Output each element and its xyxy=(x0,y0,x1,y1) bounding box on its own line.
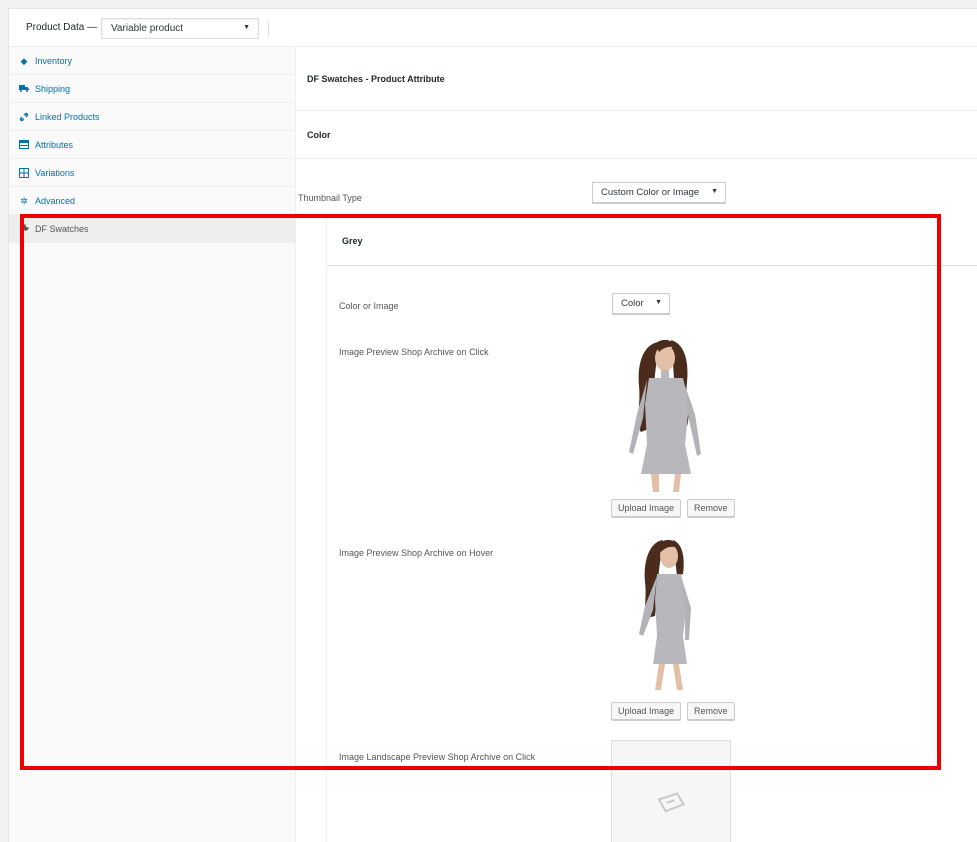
thumbnail-type-select[interactable]: Custom Color or Image ▼ xyxy=(592,182,726,203)
tab-label: Attributes xyxy=(35,139,74,150)
upload-image-button[interactable]: Upload Image xyxy=(611,702,682,720)
term-panel: Grey Color or Image Color ▼ Image Previe… xyxy=(326,218,977,842)
product-data-tabs: ◆ Inventory Shipping Linked Products Att… xyxy=(9,47,296,842)
tab-label: Shipping xyxy=(35,83,71,94)
term-title: Grey xyxy=(327,218,977,266)
product-type-value: Variable product xyxy=(111,23,184,34)
preview-hover-image xyxy=(611,536,731,694)
product-data-panel: Product Data — Variable product ▼ ◆ Inve… xyxy=(8,8,977,842)
caret-down-icon: ▼ xyxy=(243,24,250,31)
image-placeholder[interactable] xyxy=(611,740,731,842)
grid-icon xyxy=(19,167,29,178)
color-or-image-select[interactable]: Color ▼ xyxy=(612,293,670,314)
tab-label: Variations xyxy=(35,167,75,178)
tab-linked-products[interactable]: Linked Products xyxy=(9,103,295,131)
header-divider xyxy=(268,21,269,37)
tab-label: Linked Products xyxy=(35,111,100,122)
tab-label: Advanced xyxy=(35,195,76,206)
thumbnail-type-value: Custom Color or Image xyxy=(601,187,700,198)
thumbnail-type-label: Thumbnail Type xyxy=(298,193,362,203)
panel-header: Product Data — Variable product ▼ xyxy=(9,9,977,47)
caret-down-icon: ▼ xyxy=(711,188,718,195)
diamond-icon: ◆ xyxy=(20,55,28,66)
preview-click-label: Image Preview Shop Archive on Click xyxy=(339,347,489,357)
section-title: DF Swatches - Product Attribute xyxy=(297,47,977,111)
remove-image-button[interactable]: Remove xyxy=(687,499,735,517)
preview-hover-label: Image Preview Shop Archive on Hover xyxy=(339,548,494,558)
remove-image-button[interactable]: Remove xyxy=(687,702,735,720)
color-or-image-label: Color or Image xyxy=(339,301,399,311)
tab-shipping[interactable]: Shipping xyxy=(9,75,295,103)
wrench-icon xyxy=(19,223,29,234)
placeholder-image-icon xyxy=(657,792,686,813)
gear-icon: ✲ xyxy=(20,195,28,206)
tab-advanced[interactable]: ✲ Advanced xyxy=(9,187,295,215)
product-type-select[interactable]: Variable product ▼ xyxy=(101,18,259,39)
tab-inventory[interactable]: ◆ Inventory xyxy=(9,47,295,75)
product-data-label: Product Data — xyxy=(26,22,98,33)
landscape-click-label: Image Landscape Preview Shop Archive on … xyxy=(339,752,536,762)
link-icon xyxy=(19,112,29,122)
tab-label: DF Swatches xyxy=(35,223,89,234)
truck-icon xyxy=(19,84,29,94)
attribute-title: Color xyxy=(297,111,977,159)
swatches-panel: DF Swatches - Product Attribute Color Th… xyxy=(297,47,977,842)
tab-variations[interactable]: Variations xyxy=(9,159,295,187)
upload-image-button[interactable]: Upload Image xyxy=(611,499,682,517)
table-icon xyxy=(19,139,29,150)
color-or-image-value: Color xyxy=(621,298,644,309)
tab-attributes[interactable]: Attributes xyxy=(9,131,295,159)
caret-down-icon: ▼ xyxy=(655,299,662,306)
preview-click-image xyxy=(611,334,731,494)
tab-label: Inventory xyxy=(35,55,73,66)
tab-df-swatches[interactable]: DF Swatches xyxy=(9,215,295,243)
